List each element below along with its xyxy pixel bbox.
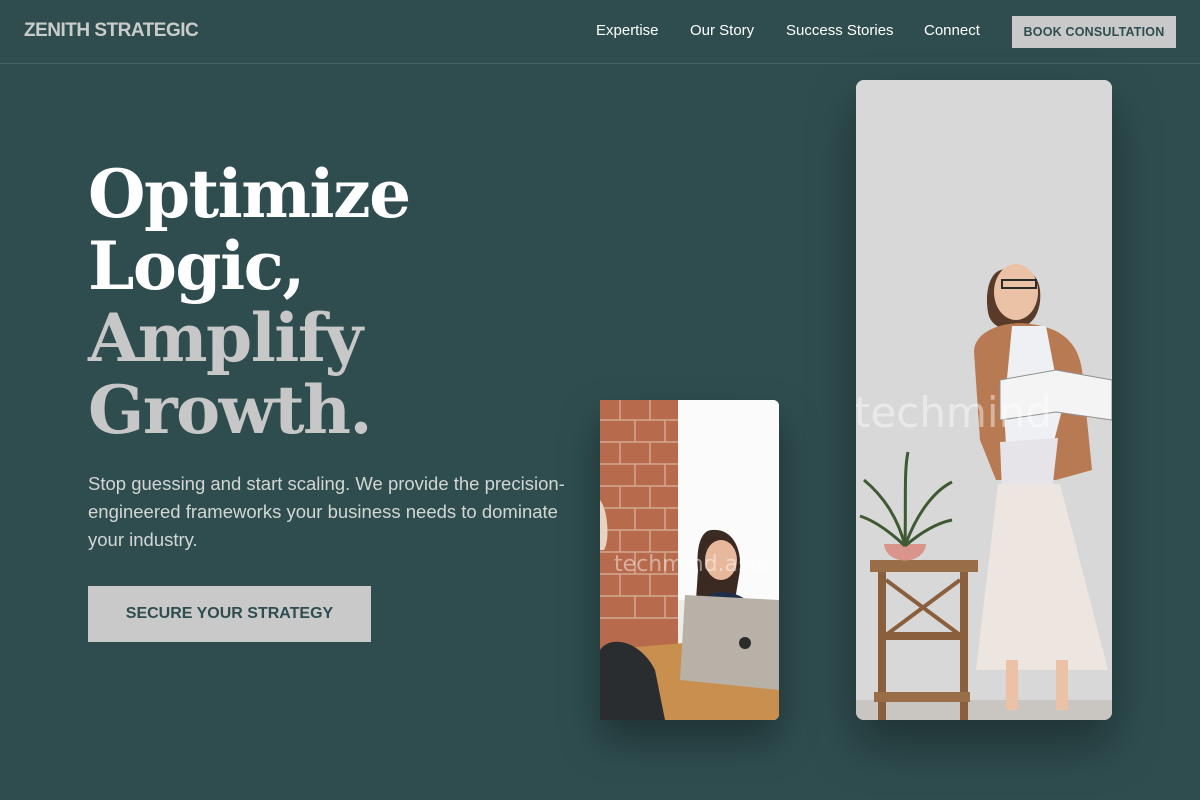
hero-subcopy: Stop guessing and start scaling. We prov… xyxy=(88,473,565,550)
nav-link-our-story[interactable]: Our Story xyxy=(690,22,754,39)
headline-line-1: Optimize xyxy=(88,155,411,233)
consultant-photo: techmind xyxy=(856,80,1112,720)
large-photo-watermark: techmind xyxy=(856,388,1052,437)
nav-link-success-stories[interactable]: Success Stories xyxy=(786,22,894,39)
secure-strategy-button[interactable]: SECURE YOUR STRATEGY xyxy=(88,586,371,642)
small-photo-watermark: techmind.asia xyxy=(614,552,770,577)
hero-headline: Optimize Logic, Amplify Growth. xyxy=(88,158,568,446)
book-consultation-button[interactable]: BOOK CONSULTATION xyxy=(1012,16,1176,48)
nav-link-connect[interactable]: Connect xyxy=(924,22,980,39)
headline-line-2: Logic, xyxy=(88,227,305,305)
site-header: ZENITH STRATEGIC Expertise Our Story Suc… xyxy=(0,0,1200,64)
nav-link-expertise[interactable]: Expertise xyxy=(596,22,659,39)
headline-line-4: Growth. xyxy=(88,371,372,449)
meeting-photo: techmind.asia xyxy=(600,400,779,720)
headline-line-3: Amplify xyxy=(88,299,363,377)
